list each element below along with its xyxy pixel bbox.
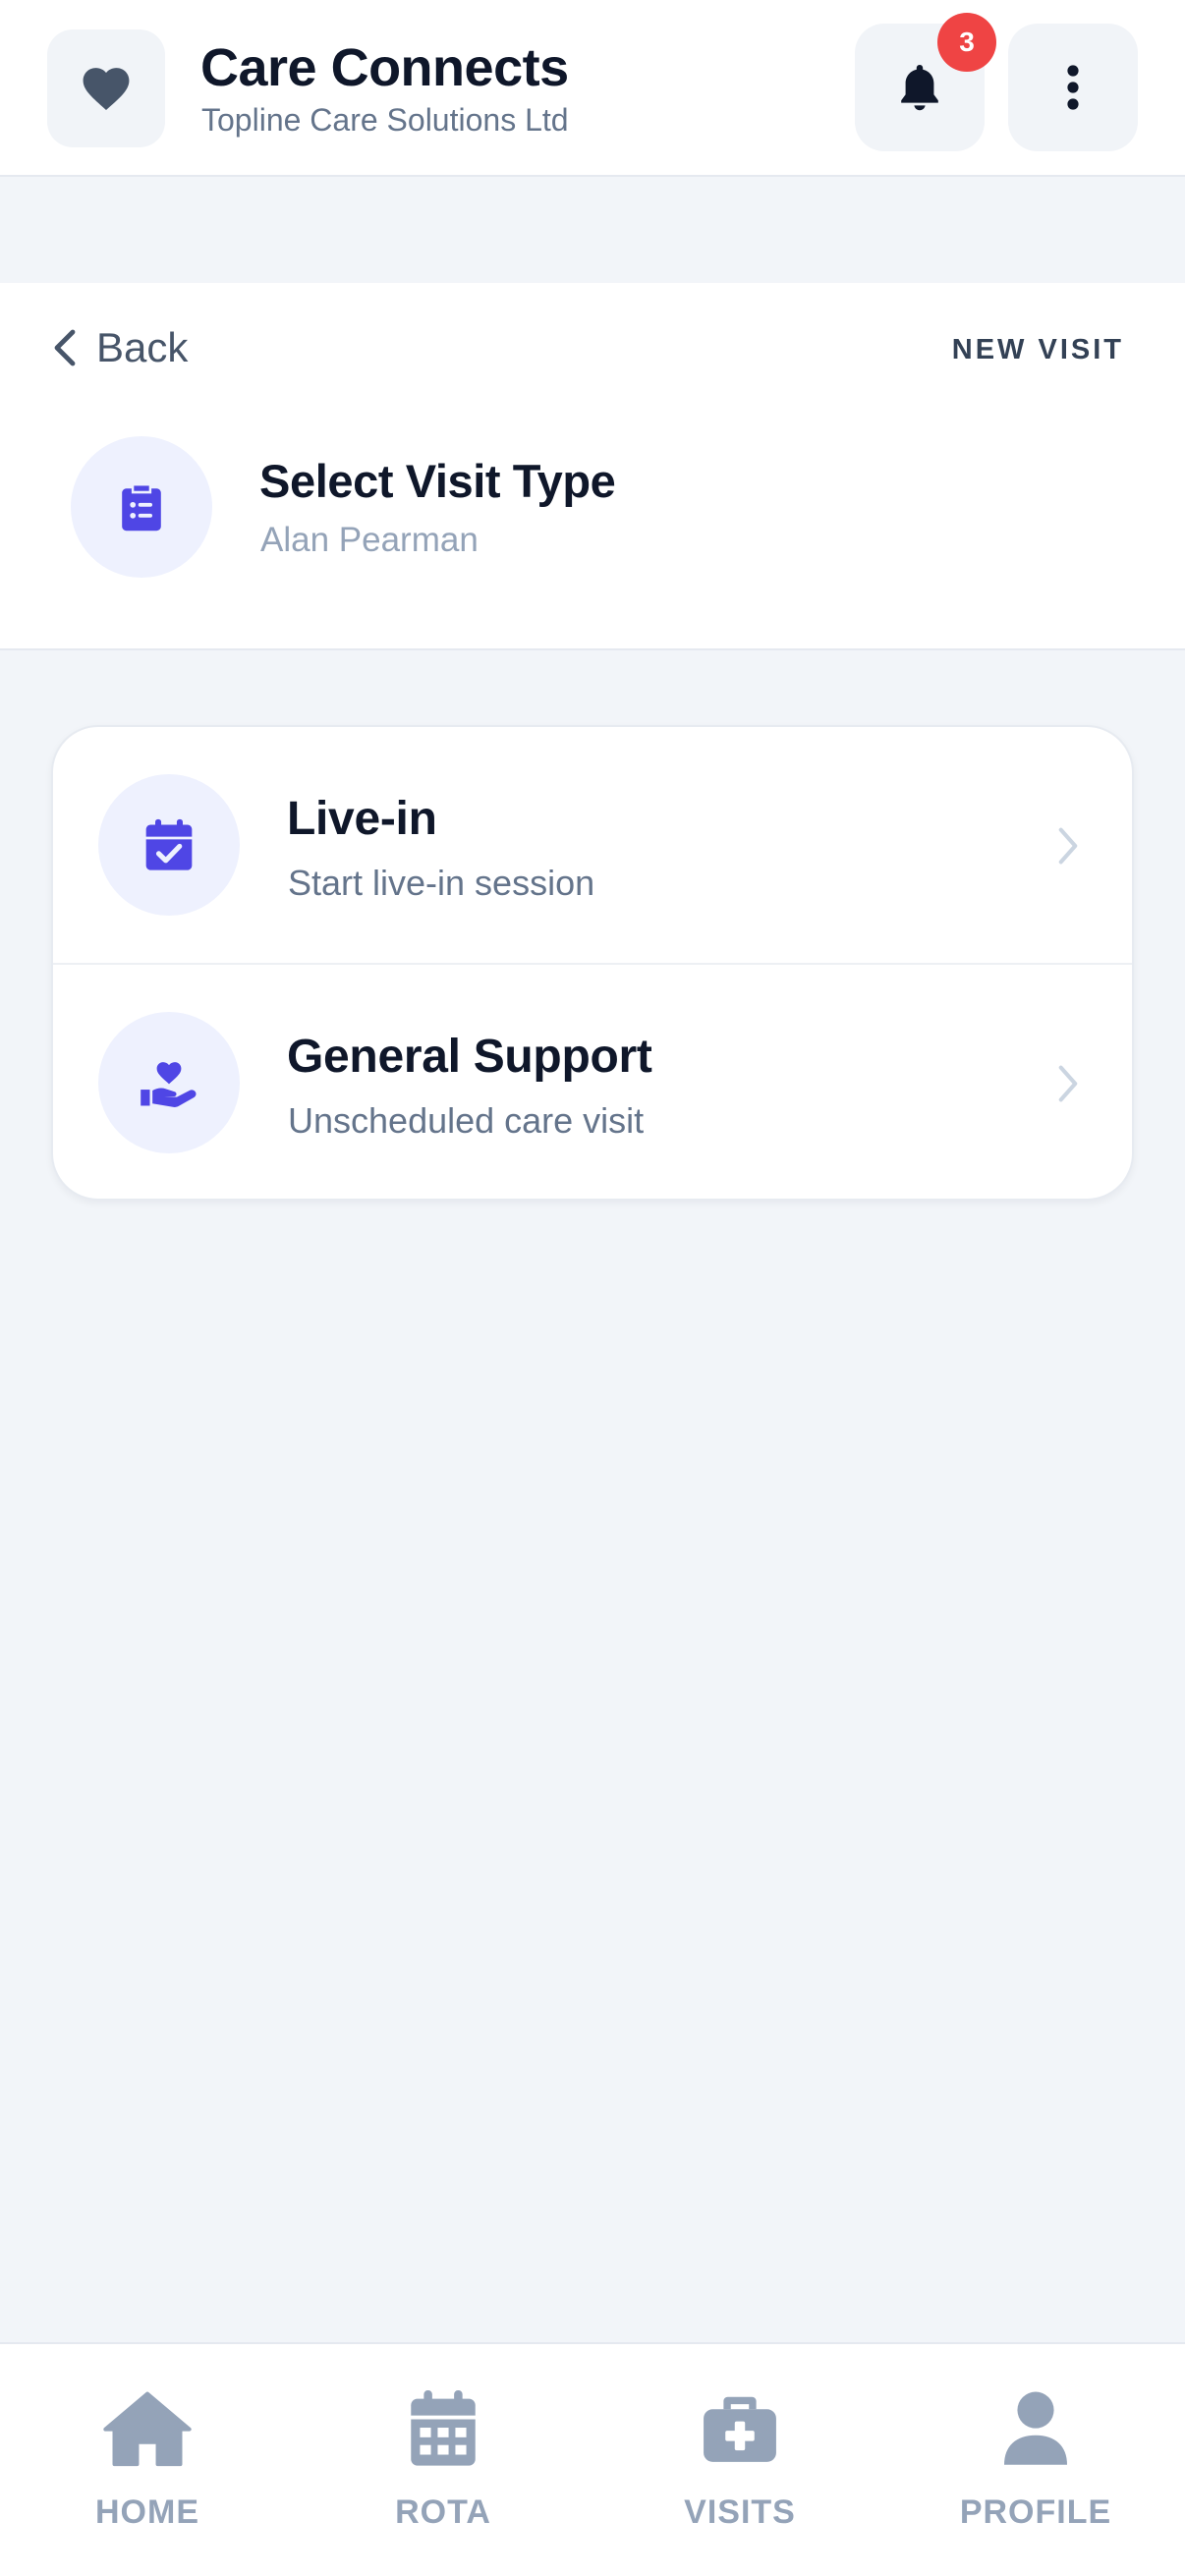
nav-label-rota: ROTA	[395, 2493, 491, 2531]
visit-type-option-general-support[interactable]: General Support Unscheduled care visit	[53, 965, 1132, 1199]
app-header: Care Connects Topline Care Solutions Ltd…	[0, 0, 1185, 177]
back-label: Back	[96, 324, 189, 370]
more-vertical-icon	[1067, 65, 1079, 110]
visit-type-header-icon	[71, 436, 212, 578]
user-icon	[1004, 2391, 1067, 2465]
notification-count-badge: 3	[937, 13, 996, 72]
page-header: Back NEW VISIT Select Visit Type Alan Pe…	[0, 283, 1185, 650]
calendar-icon	[411, 2390, 476, 2466]
bottom-navigation: HOME ROTA VISITS PROFILE	[0, 2342, 1185, 2576]
app-logo	[47, 29, 165, 147]
back-button[interactable]: Back	[53, 318, 188, 377]
app-title: Care Connects	[200, 38, 569, 97]
heart-icon	[83, 68, 130, 110]
bell-icon	[901, 65, 938, 111]
organisation-name: Topline Care Solutions Ltd	[201, 102, 569, 138]
more-options-button[interactable]	[1008, 24, 1138, 151]
option-subtitle: Start live-in session	[288, 863, 595, 903]
option-subtitle: Unscheduled care visit	[288, 1100, 645, 1141]
nav-label-visits: VISITS	[684, 2493, 796, 2531]
new-visit-label: NEW VISIT	[951, 334, 1124, 365]
nav-item-profile[interactable]: PROFILE	[918, 2383, 1154, 2541]
option-title: Live-in	[287, 793, 437, 845]
nav-item-rota[interactable]: ROTA	[325, 2383, 561, 2541]
option-icon-circle	[98, 1012, 240, 1153]
home-icon	[103, 2391, 192, 2467]
page-title: Select Visit Type	[259, 455, 616, 507]
medical-kit-icon	[704, 2396, 776, 2462]
chevron-right-icon	[1044, 821, 1093, 870]
nav-item-home[interactable]: HOME	[29, 2383, 265, 2541]
visit-type-option-live-in[interactable]: Live-in Start live-in session	[53, 727, 1132, 965]
chevron-right-icon	[1044, 1059, 1093, 1108]
nav-item-visits[interactable]: VISITS	[622, 2383, 858, 2541]
calendar-check-icon	[145, 818, 193, 870]
option-title: General Support	[287, 1031, 652, 1083]
chevron-left-icon	[54, 329, 76, 366]
client-name: Alan Pearman	[260, 521, 479, 559]
option-icon-circle	[98, 774, 240, 916]
visit-type-list: Live-in Start live-in session General Su…	[51, 725, 1134, 1201]
nav-label-home: HOME	[95, 2493, 199, 2531]
hand-heart-icon	[141, 1062, 197, 1107]
clipboard-list-icon	[122, 485, 161, 532]
nav-label-profile: PROFILE	[959, 2493, 1112, 2531]
